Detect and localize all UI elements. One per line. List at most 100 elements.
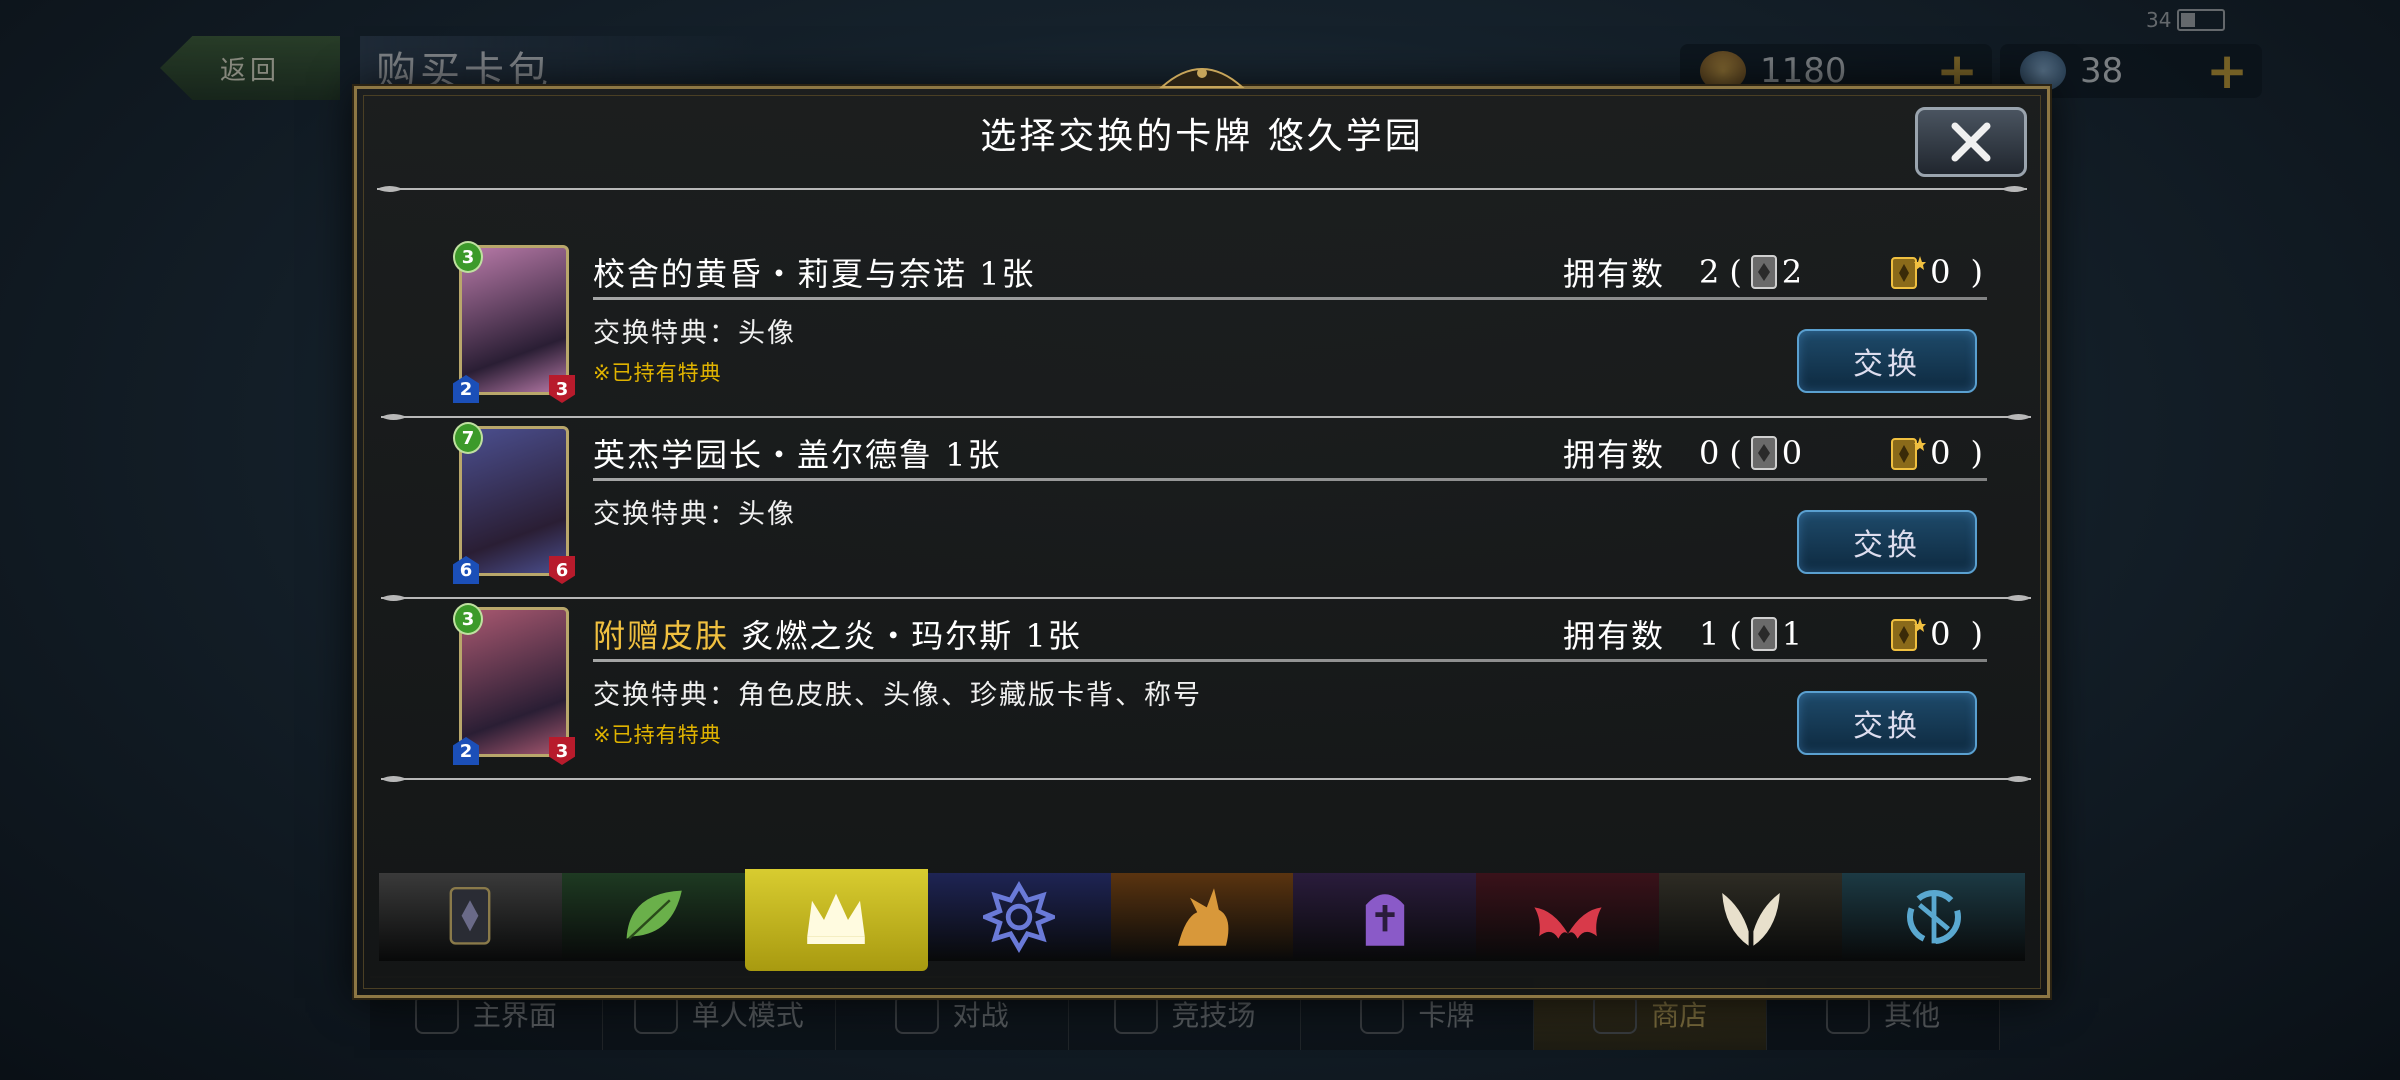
tab-runecraft[interactable]	[927, 873, 1111, 961]
card-defense-gem: 3	[549, 375, 575, 403]
gold-coin-icon	[1700, 51, 1746, 91]
nav-icon	[1113, 994, 1158, 1034]
card-row: 3 2 3 校舍的黄昏・莉夏与奈诺 1张 拥有数 2 ( 2 0 ) 交换特典：…	[381, 239, 2031, 420]
rune-star-icon	[983, 881, 1056, 953]
leaf-icon	[626, 890, 683, 940]
owned-count: 拥有数 1 ( 1 0 )	[1563, 611, 1983, 657]
owned-count: 拥有数 2 ( 2 0 )	[1563, 249, 1983, 295]
nav-icon	[414, 994, 459, 1034]
owned-total: 2	[1698, 253, 1720, 291]
bat-wings-icon	[1534, 907, 1602, 939]
card-defense-gem: 3	[549, 737, 575, 765]
gold-amount: 1180	[1760, 51, 1847, 91]
nav-label: 单人模式	[691, 999, 804, 1032]
portal-icon	[1906, 890, 1961, 944]
close-paren: )	[1970, 615, 1983, 653]
exchange-button[interactable]: 交换	[1797, 510, 1977, 574]
normal-card-icon	[1750, 436, 1777, 470]
tab-forestcraft[interactable]	[561, 873, 745, 961]
exchange-bonus: 交换特典：角色皮肤、头像、珍藏版卡背、称号	[593, 680, 1202, 711]
card-cost-gem: 3	[453, 241, 483, 273]
premium-card-icon	[1891, 256, 1927, 289]
owned-label: 拥有数	[1562, 617, 1665, 655]
dragon-icon	[1178, 888, 1229, 946]
premium-card-icon	[1891, 618, 1927, 651]
nav-label: 竞技场	[1171, 999, 1256, 1032]
already-owned-note: ※已持有特典	[593, 723, 722, 747]
close-button[interactable]	[1915, 107, 2027, 177]
exchange-bonus: 交换特典：头像	[593, 318, 796, 349]
tab-swordcraft[interactable]	[744, 869, 928, 971]
add-crystal-button[interactable]: +	[2206, 42, 2248, 100]
nav-label: 其他	[1884, 999, 1941, 1032]
owned-label: 拥有数	[1562, 436, 1665, 474]
close-icon	[1951, 122, 1991, 162]
card-title: 炙燃之炎・玛尔斯 1张	[729, 617, 1082, 655]
owned-label: 拥有数	[1562, 255, 1665, 293]
back-button[interactable]: 返回	[160, 36, 340, 100]
premium-count: 0	[1930, 253, 1951, 291]
nav-label: 主界面	[472, 999, 557, 1032]
owned-total: 0	[1698, 434, 1720, 472]
close-paren: )	[1970, 253, 1983, 291]
normal-count: 0	[1781, 434, 1803, 472]
nav-icon	[1593, 994, 1638, 1034]
nav-icon	[633, 994, 678, 1034]
card-thumbnail[interactable]: 3 2 3	[453, 603, 575, 765]
normal-count: 2	[1781, 253, 1803, 291]
card-name: 附赠皮肤 炙燃之炎・玛尔斯 1张	[593, 611, 1082, 657]
card-name: 校舍的黄昏・莉夏与奈诺 1张	[593, 249, 1036, 295]
nav-icon	[894, 994, 939, 1034]
card-name: 英杰学园长・盖尔德鲁 1张	[593, 430, 1002, 476]
normal-card-icon	[1750, 617, 1777, 651]
tab-neutral[interactable]	[379, 873, 562, 961]
premium-count: 0	[1930, 615, 1951, 653]
battery-level: 34	[2146, 8, 2172, 32]
premium-count: 0	[1930, 434, 1951, 472]
card-cost-gem: 7	[453, 422, 483, 454]
row-separator	[381, 776, 2031, 782]
crown-icon	[807, 893, 866, 944]
tombstone-icon	[1365, 894, 1405, 946]
class-filter-tabs	[379, 869, 2026, 971]
normal-count: 1	[1781, 615, 1803, 653]
open-paren: (	[1729, 253, 1742, 291]
nav-label: 商店	[1651, 999, 1708, 1032]
tab-portalcraft[interactable]	[1842, 873, 2026, 961]
title-divider	[377, 186, 2027, 192]
ornament-crest-icon	[1159, 68, 1245, 88]
nav-label: 对战	[952, 999, 1009, 1032]
card-title: 校舍的黄昏・莉夏与奈诺 1张	[593, 255, 1036, 293]
already-owned-note: ※已持有特典	[593, 361, 722, 385]
tab-dragoncraft[interactable]	[1110, 873, 1294, 961]
skin-bonus-tag: 附赠皮肤	[593, 617, 730, 655]
nav-icon	[1360, 994, 1405, 1034]
row-divider	[593, 297, 1987, 300]
battery-indicator: 34	[2146, 8, 2242, 32]
card-back-icon	[450, 887, 491, 945]
row-divider	[593, 659, 1987, 662]
card-thumbnail[interactable]: 3 2 3	[453, 241, 575, 403]
tab-bloodcraft[interactable]	[1476, 873, 1660, 961]
row-divider	[593, 478, 1987, 481]
card-defense-gem: 6	[549, 556, 575, 584]
premium-card-icon	[1891, 437, 1927, 470]
card-cost-gem: 3	[453, 603, 483, 635]
crystal-amount: 38	[2080, 51, 2124, 91]
exchange-button[interactable]: 交换	[1797, 329, 1977, 393]
close-paren: )	[1970, 434, 1983, 472]
card-exchange-dialog: 选择交换的卡牌 悠久学园 3 2 3 校舍的黄昏・莉夏与奈诺 1张 拥有数 2 …	[354, 68, 2050, 998]
open-paren: (	[1729, 615, 1742, 653]
angel-wings-icon	[1721, 893, 1780, 946]
nav-icon	[1826, 994, 1871, 1034]
dialog-title: 选择交换的卡牌 悠久学园	[980, 116, 1424, 157]
crystal-icon	[2020, 51, 2066, 91]
exchange-button[interactable]: 交换	[1797, 691, 1977, 755]
tab-havencraft[interactable]	[1659, 873, 1843, 961]
owned-count: 拥有数 0 ( 0 0 )	[1563, 430, 1983, 476]
card-thumbnail[interactable]: 7 6 6	[453, 422, 575, 584]
tab-shadowcraft[interactable]	[1293, 873, 1477, 961]
battery-icon	[2177, 9, 2226, 31]
normal-card-icon	[1750, 255, 1777, 289]
nav-label: 卡牌	[1418, 999, 1475, 1032]
